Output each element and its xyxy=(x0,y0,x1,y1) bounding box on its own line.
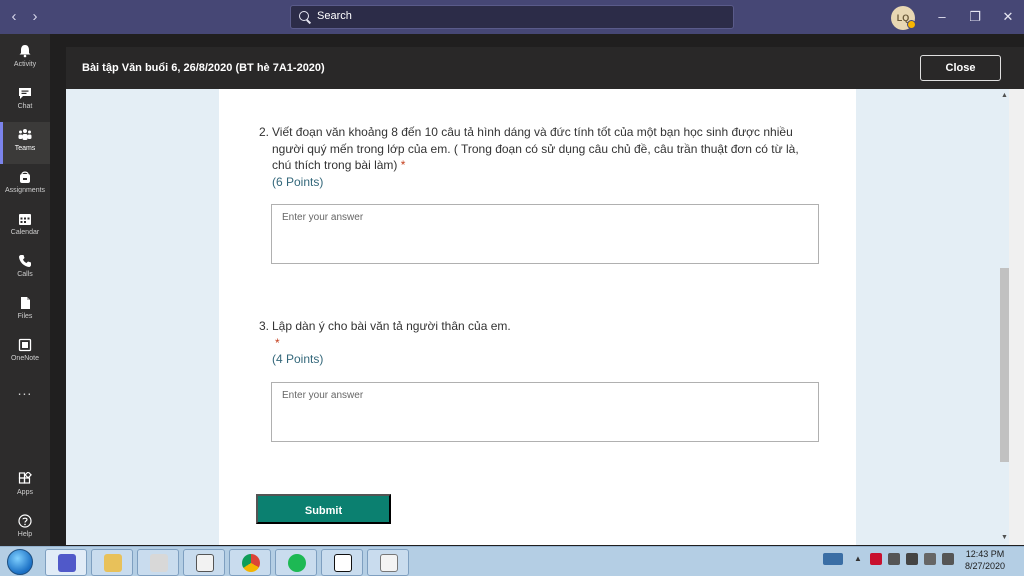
form-card: 2. Viết đoạn văn khoảng 8 đến 10 câu tả … xyxy=(219,89,856,545)
back-arrow-icon[interactable]: ‹ xyxy=(6,8,22,26)
rail-item-help[interactable]: Help xyxy=(0,508,50,550)
show-hidden-icons-icon[interactable]: ▲ xyxy=(854,553,862,565)
start-button[interactable] xyxy=(3,548,36,576)
dialog-header: Bài tập Văn buổi 6, 26/8/2020 (BT hè 7A1… xyxy=(66,47,1024,89)
clock-time: 12:43 PM xyxy=(965,549,1005,559)
required-asterisk: * xyxy=(275,336,280,350)
rail-label: Calls xyxy=(17,271,33,278)
scroll-down-icon[interactable]: ▼ xyxy=(1000,534,1009,541)
rail-item-apps[interactable]: Apps xyxy=(0,466,50,508)
restore-icon[interactable]: ❐ xyxy=(967,8,983,26)
question-text-content: Viết đoạn văn khoảng 8 đến 10 câu tả hìn… xyxy=(272,125,799,172)
title-bar: ‹ › Search LQ – ❐ ✕ xyxy=(0,0,1024,34)
minimize-icon[interactable]: – xyxy=(934,8,950,26)
rail-item-files[interactable]: Files xyxy=(0,290,50,332)
system-clock[interactable]: 12:43 PM 8/27/2020 xyxy=(960,548,1010,572)
taskbar-app-notion[interactable] xyxy=(321,549,363,576)
search-icon xyxy=(298,10,312,24)
folder-icon xyxy=(104,554,122,572)
scrollbar-track[interactable] xyxy=(1009,89,1024,545)
taskbar-app-explorer[interactable] xyxy=(91,549,133,576)
rail-label: Files xyxy=(17,313,33,320)
action-center-icon[interactable] xyxy=(924,553,936,565)
status-away-icon xyxy=(907,20,916,29)
question-points: (4 Points) xyxy=(272,352,324,366)
rail-item-teams[interactable]: Teams xyxy=(0,122,50,164)
scroll-up-icon[interactable]: ▲ xyxy=(1000,92,1009,99)
onenote-icon xyxy=(18,338,32,352)
help-icon xyxy=(18,514,32,528)
rail-item-calls[interactable]: Calls xyxy=(0,248,50,290)
rail-label: Help xyxy=(17,531,33,538)
rail-item-onenote[interactable]: OneNote xyxy=(0,332,50,374)
forward-arrow-icon[interactable]: › xyxy=(27,8,43,26)
rail-label: Chat xyxy=(17,103,33,110)
question-text-content: Lập dàn ý cho bài văn tả người thân của … xyxy=(272,319,511,333)
question-number: 3. xyxy=(259,319,270,333)
app-rail: Activity Chat Teams Assignments Calendar… xyxy=(0,34,50,546)
answer-input[interactable]: Enter your answer xyxy=(271,382,819,442)
answer-input[interactable]: Enter your answer xyxy=(271,204,819,264)
backpack-icon xyxy=(20,171,30,183)
power-icon[interactable] xyxy=(906,553,918,565)
rail-label: Teams xyxy=(14,145,36,152)
question-text: Lập dàn ý cho bài văn tả người thân của … xyxy=(272,318,820,335)
teams-app-icon xyxy=(58,554,76,572)
close-window-icon[interactable]: ✕ xyxy=(1000,8,1016,26)
taskbar-app-spotify[interactable] xyxy=(275,549,317,576)
notepad-icon xyxy=(380,554,398,572)
rail-item-more[interactable]: ... xyxy=(0,374,50,416)
rail-item-assignments[interactable]: Assignments xyxy=(0,164,50,206)
rail-item-calendar[interactable]: Calendar xyxy=(0,206,50,248)
rail-item-activity[interactable]: Activity xyxy=(0,38,50,80)
signal-icon[interactable] xyxy=(888,553,900,565)
rail-label: Apps xyxy=(17,489,33,496)
close-button[interactable]: Close xyxy=(920,55,1001,81)
spotify-icon xyxy=(288,554,306,572)
keyboard-icon[interactable] xyxy=(823,553,843,565)
scrollbar-thumb[interactable] xyxy=(1000,268,1009,462)
search-placeholder: Search xyxy=(317,10,352,22)
clipboard-icon xyxy=(196,554,214,572)
answer-placeholder: Enter your answer xyxy=(282,212,364,223)
file-icon xyxy=(21,297,30,309)
rail-label: Activity xyxy=(13,61,37,68)
notion-icon xyxy=(334,554,352,572)
submit-button[interactable]: Submit xyxy=(256,494,391,524)
windows-logo-icon xyxy=(7,549,33,575)
answer-placeholder: Enter your answer xyxy=(282,390,364,401)
taskbar-app-chrome[interactable] xyxy=(229,549,271,576)
required-asterisk: * xyxy=(400,158,406,172)
calendar-icon xyxy=(19,214,31,225)
taskbar-app-clipboard[interactable] xyxy=(183,549,225,576)
question-number: 2. xyxy=(259,125,270,139)
help-app-icon xyxy=(150,554,168,572)
phone-icon xyxy=(19,255,31,267)
rail-label: Calendar xyxy=(10,229,40,236)
teams-icon xyxy=(18,129,32,140)
apps-icon xyxy=(18,472,32,484)
clock-date: 8/27/2020 xyxy=(964,561,1006,571)
chat-icon xyxy=(19,88,31,99)
chrome-icon xyxy=(242,554,260,572)
rail-item-chat[interactable]: Chat xyxy=(0,80,50,122)
rail-label: Assignments xyxy=(4,187,46,194)
question-text: Viết đoạn văn khoảng 8 đến 10 câu tả hìn… xyxy=(272,124,820,174)
taskbar-app-notepad[interactable] xyxy=(367,549,409,576)
taskbar-app-help[interactable] xyxy=(137,549,179,576)
search-input[interactable]: Search xyxy=(290,5,734,29)
taskbar-app-teams[interactable] xyxy=(45,549,87,576)
antivirus-icon[interactable] xyxy=(870,553,882,565)
more-icon: ... xyxy=(17,382,33,398)
rail-label: OneNote xyxy=(10,355,40,362)
bell-icon xyxy=(19,45,31,58)
question-points: (6 Points) xyxy=(272,175,324,189)
volume-icon[interactable] xyxy=(942,553,954,565)
dialog-title: Bài tập Văn buổi 6, 26/8/2020 (BT hè 7A1… xyxy=(82,62,325,74)
form-viewer: 2. Viết đoạn văn khoảng 8 đến 10 câu tả … xyxy=(66,89,1009,545)
